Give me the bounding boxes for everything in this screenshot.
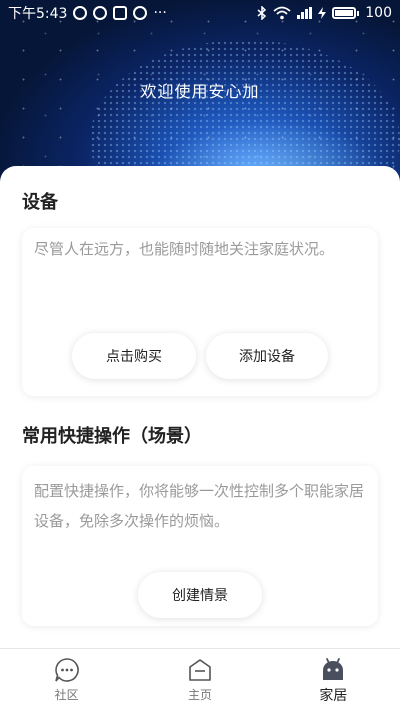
nav-label-home: 主页 xyxy=(187,688,212,702)
status-time: 下午5:43 xyxy=(8,6,68,22)
create-scene-button[interactable]: 创建情景 xyxy=(138,572,262,618)
notification-q-icon xyxy=(93,6,108,20)
home-icon xyxy=(189,659,211,681)
scenes-description: 配置快捷操作，你将能够一次性控制多个职能家居设备，免除多次操作的烦恼。 xyxy=(34,482,365,530)
nav-label-community: 社区 xyxy=(54,688,79,702)
battery-cap xyxy=(357,10,360,16)
devices-title: 设备 xyxy=(22,192,58,213)
battery-icon xyxy=(332,7,357,19)
buy-button[interactable]: 点击购买 xyxy=(72,333,196,379)
notification-icon xyxy=(73,6,88,20)
nav-item-household[interactable]: 家居 xyxy=(267,649,400,711)
notification-refresh-icon xyxy=(133,6,148,20)
signal-icon xyxy=(297,7,313,19)
more-notifications: ··· xyxy=(153,5,167,21)
bottom-nav: 社区 主页 家居 xyxy=(0,648,400,711)
nav-item-home[interactable]: 主页 xyxy=(133,649,266,711)
wifi-icon xyxy=(273,6,291,20)
battery-level: 100 xyxy=(365,5,392,21)
charging-icon xyxy=(318,7,327,19)
android-icon xyxy=(323,657,344,680)
content-sheet: 设备 尽管人在远方，也能随时随地关注家庭状况。 点击购买 添加设备 常用快捷操作… xyxy=(0,166,400,648)
chat-icon xyxy=(54,658,79,682)
scenes-card: 配置快捷操作，你将能够一次性控制多个职能家居设备，免除多次操作的烦恼。 创建情景 xyxy=(22,466,378,626)
scenes-title: 常用快捷操作（场景） xyxy=(22,426,202,447)
nav-label-household: 家居 xyxy=(319,687,348,704)
nav-item-community[interactable]: 社区 xyxy=(0,649,133,711)
hero-title: 欢迎使用安心加 xyxy=(140,82,260,101)
devices-card: 尽管人在远方，也能随时随地关注家庭状况。 点击购买 添加设备 xyxy=(22,228,378,396)
notification-app-icon xyxy=(113,6,128,20)
add-device-button[interactable]: 添加设备 xyxy=(206,333,328,379)
status-bar: 下午5:43 ··· 100 xyxy=(0,0,400,26)
bluetooth-icon xyxy=(257,6,267,20)
devices-description: 尽管人在远方，也能随时随地关注家庭状况。 xyxy=(34,240,335,258)
